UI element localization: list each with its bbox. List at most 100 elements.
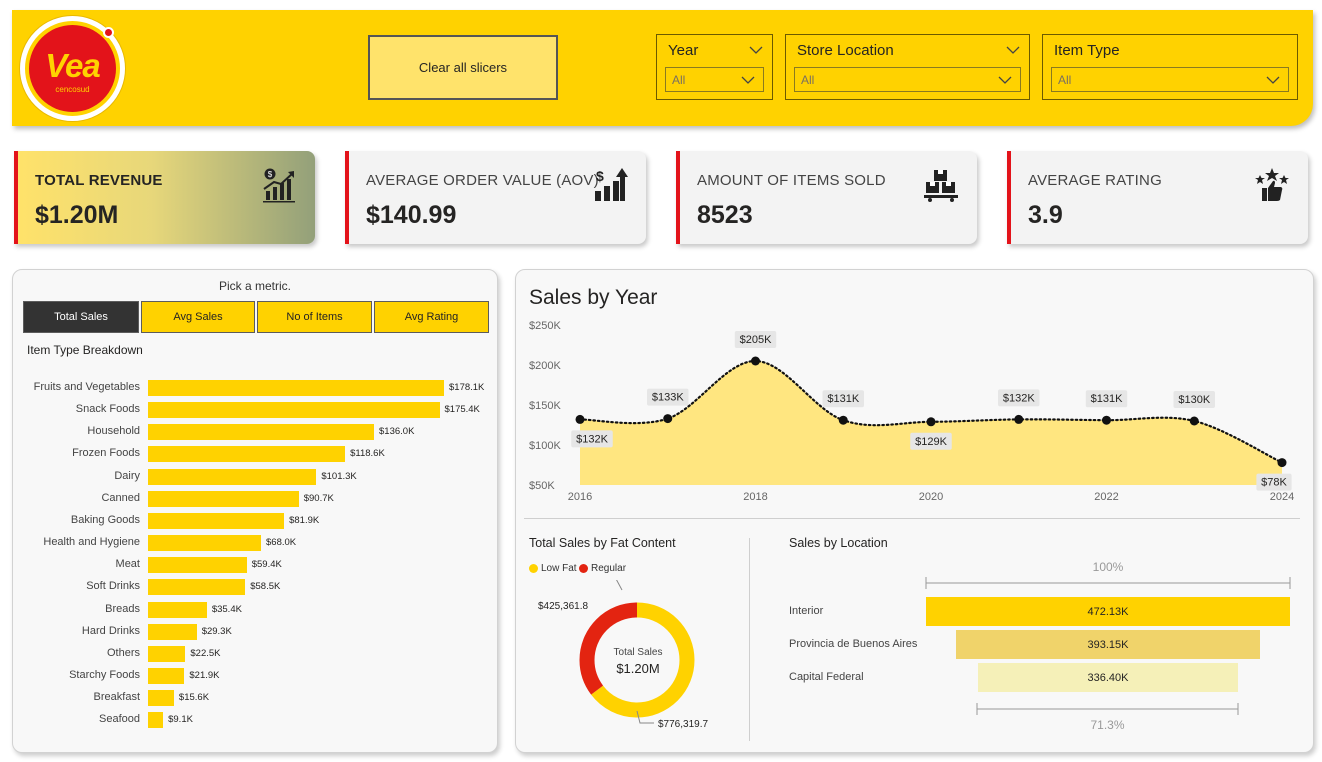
y-tick-label: $100K [529, 440, 561, 452]
bar-category-label: Frozen Foods [72, 447, 140, 460]
bar-value-label: $101.3K [321, 470, 357, 482]
bar-value-label: $81.9K [289, 514, 320, 526]
kpi-title: TOTAL REVENUE [35, 172, 163, 189]
clear-slicers-button[interactable]: Clear all slicers [368, 35, 558, 100]
slicer-year-value: All [672, 73, 686, 87]
metric-button-no-of-items[interactable]: No of Items [257, 301, 372, 333]
bar-value-label: $9.1K [168, 714, 193, 726]
bar-category-label: Health and Hygiene [43, 536, 140, 549]
bar-category-label: Others [106, 646, 140, 659]
funnel-category-label: Interior [789, 605, 824, 617]
slicer-store-location[interactable]: Store Location All [785, 34, 1030, 100]
kpi-total-revenue: TOTAL REVENUE $1.20M $ [14, 151, 315, 244]
chevron-down-icon[interactable] [741, 75, 755, 85]
data-point[interactable] [1189, 416, 1199, 426]
stars-thumbs-up-icon [1255, 168, 1289, 201]
bar-value-label: $21.9K [189, 669, 220, 681]
data-point[interactable] [575, 414, 585, 424]
data-point[interactable] [663, 414, 673, 424]
bar[interactable] [148, 667, 185, 684]
funnel-category-label: Provincia de Buenos Aires [789, 638, 918, 650]
bar-category-label: Household [87, 425, 140, 438]
bar-category-label: Seafood [99, 713, 140, 726]
metric-button-avg-rating[interactable]: Avg Rating [374, 301, 489, 333]
bar[interactable] [148, 645, 186, 662]
sales-by-year-chart: $50K $100K $150K $200K $250K 2016 2018 2020 2022… [529, 320, 1294, 503]
sales-overview-panel: Sales by Year $50K $100K $150K $200K $250K 20… [515, 269, 1314, 753]
slicer-item-type[interactable]: Item Type All [1042, 34, 1298, 100]
bar[interactable] [148, 557, 247, 574]
data-point[interactable] [1277, 458, 1287, 468]
bar[interactable] [148, 601, 207, 618]
divider [524, 518, 1300, 519]
bar-value-label: $178.1K [449, 382, 485, 393]
slicer-location-title: Store Location [797, 42, 894, 59]
bar-category-label: Dairy [114, 469, 140, 482]
slicer-location-dropdown[interactable]: All [794, 67, 1021, 92]
kpi-items-sold: AMOUNT OF ITEMS SOLD 8523 [676, 151, 977, 244]
data-label: $129K [915, 436, 947, 448]
data-point[interactable] [926, 417, 936, 427]
slicer-year[interactable]: Year All [656, 34, 773, 100]
metric-button-total-sales[interactable]: Total Sales [23, 301, 139, 333]
chevron-down-icon[interactable] [1006, 45, 1020, 55]
metric-button-avg-sales[interactable]: Avg Sales [141, 301, 255, 333]
data-label: $205K [740, 334, 772, 346]
bar-value-label: $29.3K [201, 625, 232, 637]
bar-category-label: Soft Drinks [86, 580, 140, 593]
slicer-year-dropdown[interactable]: All [665, 67, 764, 92]
bar[interactable] [148, 490, 299, 507]
funnel-top-bracket [925, 577, 1291, 589]
funnel-bar[interactable]: 393.15K [956, 630, 1260, 659]
bar[interactable] [148, 579, 246, 596]
bar[interactable] [148, 712, 164, 729]
data-point[interactable] [1102, 415, 1111, 425]
chevron-down-icon[interactable] [1266, 75, 1280, 85]
x-tick-label: 2018 [743, 491, 767, 503]
bar[interactable] [148, 512, 285, 529]
svg-text:$: $ [268, 170, 273, 179]
y-tick-label: $200K [529, 360, 561, 372]
bar-category-label: Hard Drinks [81, 624, 140, 637]
x-tick-label: 2024 [1270, 491, 1294, 503]
kpi-value: $1.20M [35, 201, 119, 229]
bar[interactable] [148, 402, 440, 419]
slicer-item-type-dropdown[interactable]: All [1051, 67, 1289, 92]
bar[interactable] [148, 380, 444, 396]
data-label: $132K [1003, 392, 1035, 404]
bar-value-label: $136.0K [379, 426, 415, 438]
kpi-title: AVERAGE RATING [1028, 172, 1162, 189]
bar[interactable] [148, 690, 174, 707]
kpi-title: AVERAGE ORDER VALUE (AOV) [366, 172, 599, 189]
chevron-down-icon[interactable] [998, 75, 1012, 85]
data-label: $130K [1178, 394, 1210, 406]
kpi-value: 3.9 [1028, 201, 1063, 229]
logo-dot-icon [103, 27, 114, 38]
boxes-pallet-icon [924, 170, 958, 202]
funnel-bar[interactable]: 336.40K [978, 663, 1238, 692]
bar-value-label: $22.5K [190, 647, 221, 659]
data-point[interactable] [838, 415, 848, 425]
bar[interactable] [148, 446, 346, 463]
funnel-bar[interactable]: 472.13K [926, 597, 1290, 626]
chevron-down-icon[interactable] [749, 45, 763, 55]
bar[interactable] [148, 424, 375, 441]
x-tick-label: 2020 [919, 491, 943, 503]
kpi-value: $140.99 [366, 201, 457, 229]
data-point[interactable] [1014, 414, 1024, 424]
funnel-bottom-bracket [976, 703, 1239, 715]
y-tick-label: $50K [529, 480, 555, 492]
funnel-category-label: Capital Federal [789, 671, 864, 683]
kpi-aov: AVERAGE ORDER VALUE (AOV) $140.99 $ [345, 151, 646, 244]
bar[interactable] [148, 623, 197, 640]
data-label: $131K [827, 393, 859, 405]
bar[interactable] [148, 468, 317, 485]
bar[interactable] [148, 535, 261, 552]
kpi-value: 8523 [697, 201, 753, 229]
data-point[interactable] [751, 356, 760, 366]
funnel-value-label: 472.13K [1087, 605, 1129, 618]
data-label: $132K [576, 433, 608, 445]
data-label: $131K [1091, 393, 1123, 405]
bar-category-label: Breads [105, 602, 140, 615]
funnel-bottom-pct: 71.3% [1090, 718, 1125, 732]
